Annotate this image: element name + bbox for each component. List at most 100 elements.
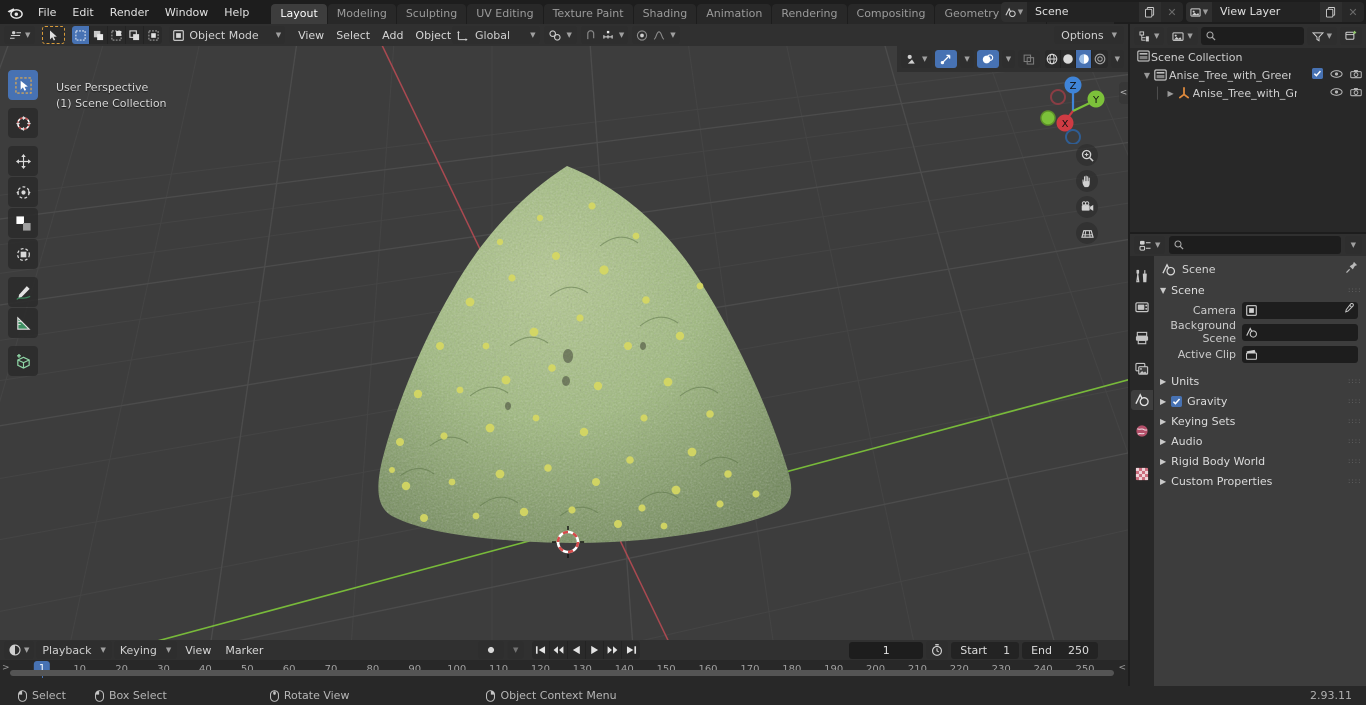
select-subtract-icon[interactable] [108, 26, 127, 44]
gizmo-dropdown[interactable]: ▼ [960, 50, 974, 68]
outliner-filter-icon[interactable]: ▼ [1306, 27, 1337, 45]
keying-sets-expand-triangle[interactable]: ▶ [1160, 417, 1166, 426]
timeline-scroll-right-arrow[interactable]: < [1118, 663, 1126, 673]
gravity-expand-triangle[interactable]: ▶ [1160, 397, 1166, 406]
jump-to-start-button[interactable] [532, 641, 551, 659]
shading-solid-icon[interactable] [1060, 50, 1077, 68]
select-set-icon[interactable] [72, 26, 91, 44]
properties-search-input[interactable] [1169, 236, 1341, 254]
timeline-editor-type-icon[interactable]: ▼ [4, 641, 35, 659]
object-type-visibility-button[interactable]: ▼ [901, 50, 933, 68]
outliner-row-object[interactable]: │ ▶ Anise_Tree_with_Green_F [1130, 84, 1366, 102]
snapping-group[interactable]: ▼ [580, 26, 629, 44]
active-clip-field[interactable] [1242, 345, 1358, 363]
tab-animation[interactable]: Animation [697, 4, 772, 24]
play-reverse-button[interactable] [568, 641, 587, 659]
tab-shading[interactable]: Shading [633, 4, 697, 24]
tab-sculpting[interactable]: Sculpting [396, 4, 467, 24]
tool-annotate[interactable] [8, 277, 38, 307]
properties-editor-type-icon[interactable]: ▼ [1134, 236, 1166, 254]
view-layer-name[interactable]: View Layer [1212, 2, 1320, 22]
outliner-editor-type-icon[interactable]: ▼ [1134, 27, 1165, 45]
show-gizmo-button[interactable] [935, 50, 958, 68]
frame-start-input[interactable]: Start 1 [951, 641, 1020, 659]
snap-pivot-button[interactable]: ▼ [544, 26, 577, 44]
menu-edit[interactable]: Edit [64, 3, 101, 22]
auto-keying-dropdown[interactable]: ▼ [507, 641, 525, 659]
viewport-sidebar-toggle[interactable]: < [1119, 82, 1128, 104]
properties-tab-world[interactable] [1131, 421, 1153, 441]
transform-orientation-selector[interactable]: Global ▼ [452, 26, 541, 44]
viewport-navigation-gizmo[interactable]: Z Y X [1034, 66, 1112, 145]
select-intersect-icon[interactable] [144, 26, 163, 44]
toggle-xray-button[interactable] [1018, 50, 1041, 68]
units-grip[interactable]: :::: [1348, 377, 1360, 384]
object-disable-in-renders-camera-icon[interactable] [1350, 87, 1362, 100]
rigid-body-world-grip[interactable]: :::: [1348, 457, 1360, 464]
tab-uv-editing[interactable]: UV Editing [467, 4, 543, 24]
scene-name[interactable]: Scene [1027, 2, 1139, 22]
menu-help[interactable]: Help [216, 3, 257, 22]
properties-tab-render[interactable] [1131, 297, 1153, 317]
properties-tab-scene[interactable] [1131, 390, 1153, 410]
tool-tweak-select-box[interactable] [8, 70, 38, 100]
tab-compositing[interactable]: Compositing [847, 4, 935, 24]
tab-layout[interactable]: Layout [271, 4, 327, 24]
units-section[interactable]: ▶ Units :::: [1154, 371, 1366, 391]
jump-to-previous-keyframe-button[interactable] [550, 641, 569, 659]
gravity-checkbox[interactable] [1171, 395, 1183, 407]
active-tool-indicator[interactable] [42, 26, 66, 44]
outliner-row-scene-collection[interactable]: Scene Collection [1130, 48, 1366, 66]
tool-cursor[interactable] [8, 108, 38, 138]
eyedropper-icon[interactable] [1343, 302, 1354, 317]
camera-field[interactable] [1242, 301, 1358, 319]
new-scene-button[interactable] [1139, 2, 1161, 22]
tool-move[interactable] [8, 146, 38, 176]
view-layer-selector[interactable]: ▼ View Layer ✕ [1186, 2, 1364, 22]
audio-grip[interactable]: :::: [1348, 437, 1360, 444]
auto-keying-button[interactable] [478, 641, 504, 659]
shading-material-preview-icon[interactable] [1076, 50, 1093, 68]
menu-render[interactable]: Render [102, 3, 157, 22]
custom-properties-expand-triangle[interactable]: ▶ [1160, 477, 1166, 486]
viewport-menu-object[interactable]: Object [409, 27, 457, 44]
audio-section[interactable]: ▶ Audio :::: [1154, 431, 1366, 451]
custom-properties-section[interactable]: ▶ Custom Properties :::: [1154, 471, 1366, 491]
editor-type-selector[interactable]: ▼ [4, 26, 36, 44]
new-view-layer-button[interactable] [1320, 2, 1342, 22]
remove-view-layer-button[interactable]: ✕ [1342, 2, 1364, 22]
viewport-menu-view[interactable]: View [292, 27, 330, 44]
use-preview-range-icon[interactable] [926, 641, 949, 659]
show-overlays-button[interactable] [976, 50, 999, 68]
camera-view-icon[interactable] [1076, 196, 1098, 218]
tool-transform[interactable] [8, 239, 38, 269]
shading-wireframe-icon[interactable] [1045, 50, 1061, 68]
properties-tab-output[interactable] [1131, 328, 1153, 348]
menu-window[interactable]: Window [157, 3, 216, 22]
properties-tab-view-layer[interactable] [1131, 359, 1153, 379]
gravity-grip[interactable]: :::: [1348, 397, 1360, 404]
object-hide-in-viewport-eye-icon[interactable] [1330, 87, 1343, 100]
background-scene-field[interactable] [1242, 323, 1358, 341]
outliner-search-input[interactable] [1200, 27, 1304, 45]
rigid-body-world-section[interactable]: ▶ Rigid Body World :::: [1154, 451, 1366, 471]
play-button[interactable] [586, 641, 605, 659]
select-extend-icon[interactable] [90, 26, 109, 44]
outliner-new-collection-icon[interactable] [1340, 27, 1362, 45]
panel-expand-triangle[interactable]: ▼ [1160, 286, 1166, 295]
units-expand-triangle[interactable]: ▶ [1160, 377, 1166, 386]
panel-drag-grip[interactable]: :::: [1348, 286, 1360, 293]
remove-scene-button[interactable]: ✕ [1161, 2, 1183, 22]
properties-tab-tool[interactable] [1131, 266, 1153, 286]
scene-selector[interactable]: ▼ Scene ✕ [1001, 2, 1183, 22]
timeline-menu-view[interactable]: View [179, 642, 217, 659]
current-frame-input[interactable]: 1 [849, 641, 924, 659]
timeline-horizontal-scrollbar[interactable] [10, 670, 1114, 676]
scene-panel-header[interactable]: ▼ Scene :::: [1154, 280, 1366, 300]
blender-logo-icon[interactable] [4, 3, 26, 21]
timeline-menu-keying[interactable]: Keying ▼ [113, 641, 178, 659]
properties-tab-texture[interactable] [1131, 464, 1153, 484]
timeline-sidebar-toggle[interactable]: > [2, 663, 10, 673]
disable-in-renders-camera-icon[interactable] [1350, 69, 1362, 82]
gravity-section[interactable]: ▶ Gravity :::: [1154, 391, 1366, 411]
